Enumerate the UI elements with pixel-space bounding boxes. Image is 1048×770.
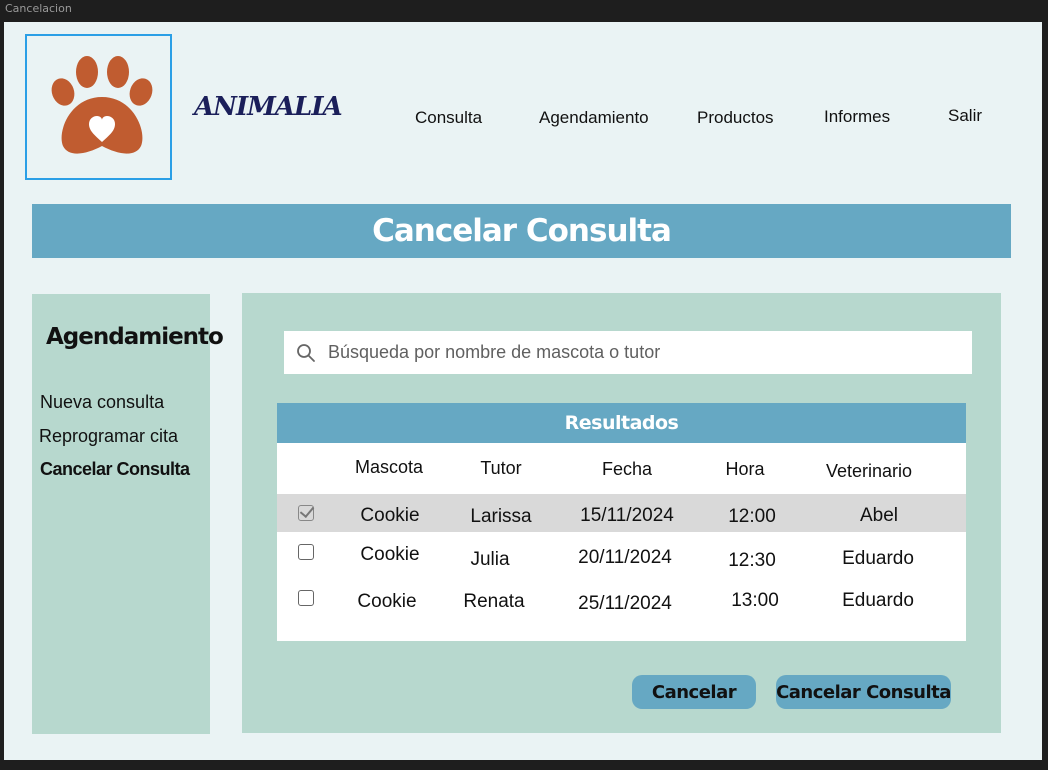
cell-veterinario: Eduardo [842, 548, 914, 569]
nav-consulta[interactable]: Consulta [415, 108, 482, 128]
results-table: Resultados Mascota Tutor Fecha Hora Vete… [277, 403, 966, 641]
cell-mascota: Cookie [360, 505, 420, 526]
column-header-hora: Hora [725, 459, 765, 479]
nav-salir[interactable]: Salir [948, 106, 982, 126]
column-header-tutor: Tutor [480, 458, 522, 478]
nav-agendamiento[interactable]: Agendamiento [539, 108, 649, 128]
cell-mascota: Cookie [360, 544, 420, 565]
cell-tutor: Renata [463, 591, 525, 612]
column-header-fecha: Fecha [601, 459, 653, 479]
row-checkbox[interactable] [298, 590, 314, 606]
cell-hora: 12:30 [728, 550, 776, 571]
page-title: Cancelar Consulta [32, 204, 1011, 258]
table-row[interactable]: Cookie Julia 20/11/2024 12:30 Eduardo [277, 536, 966, 574]
sidebar-title: Agendamiento [46, 324, 224, 350]
sidebar-item-nueva-consulta[interactable]: Nueva consulta [40, 392, 164, 413]
app-frame: ANIMALIA Consulta Agendamiento Productos… [4, 22, 1042, 760]
column-header-mascota: Mascota [354, 457, 424, 477]
cell-fecha: 15/11/2024 [580, 505, 674, 526]
search-input[interactable] [326, 341, 950, 364]
table-row[interactable]: Cookie Larissa 15/11/2024 12:00 Abel [277, 494, 966, 532]
nav-informes[interactable]: Informes [824, 107, 890, 127]
cell-mascota: Cookie [357, 591, 417, 612]
cell-hora: 12:00 [728, 506, 776, 527]
row-checkbox[interactable] [298, 505, 314, 521]
nav-productos[interactable]: Productos [697, 108, 774, 128]
cell-veterinario: Abel [859, 505, 899, 526]
cell-hora: 13:00 [731, 590, 779, 611]
paw-icon [51, 56, 153, 154]
cell-fecha: 20/11/2024 [578, 547, 672, 568]
sidebar-item-reprogramar-cita[interactable]: Reprogramar cita [39, 426, 178, 447]
cancel-button[interactable]: Cancelar [632, 675, 756, 709]
main-panel: Resultados Mascota Tutor Fecha Hora Vete… [242, 293, 1001, 733]
results-title: Resultados [277, 403, 966, 443]
cell-fecha: 25/11/2024 [578, 593, 672, 614]
logo[interactable] [25, 34, 172, 180]
row-checkbox[interactable] [298, 544, 314, 560]
search-bar[interactable] [284, 331, 972, 374]
sidebar: Agendamiento Nueva consulta Reprogramar … [32, 294, 224, 734]
search-icon [297, 343, 315, 362]
brand-name: ANIMALIA [194, 92, 343, 122]
column-header-veterinario: Veterinario [825, 461, 913, 481]
cell-tutor: Julia [470, 549, 510, 570]
cell-veterinario: Eduardo [842, 590, 914, 611]
sidebar-item-cancelar-consulta[interactable]: Cancelar Consulta [40, 459, 190, 480]
window-title: Cancelacion [5, 2, 72, 15]
cell-tutor: Larissa [470, 506, 532, 527]
cancel-consulta-button[interactable]: Cancelar Consulta [776, 675, 951, 709]
table-row[interactable]: Cookie Renata 25/11/2024 13:00 Eduardo [277, 582, 966, 620]
